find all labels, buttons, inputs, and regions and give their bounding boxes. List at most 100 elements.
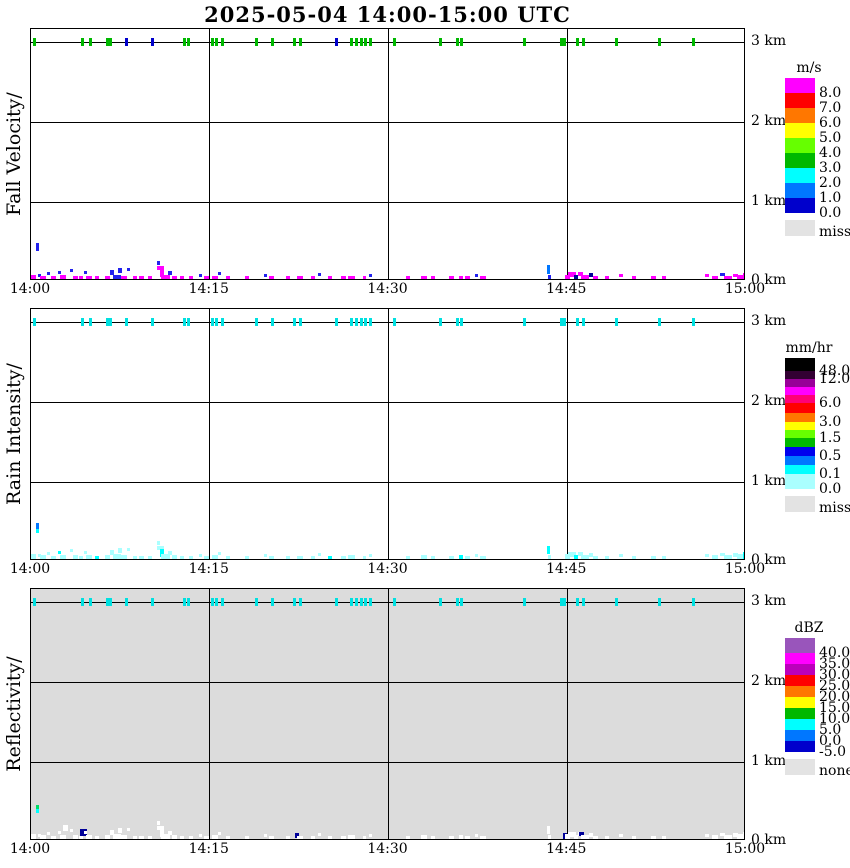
echo-cell [449,836,454,839]
echo-cell [84,831,87,834]
legend-title-dBZ: dBZ [780,621,838,635]
echo-mark-3km [221,318,224,326]
echo-cell [218,552,221,555]
legend-miss-label: miss [819,500,850,516]
echo-cell [199,274,202,277]
echo-cell [73,555,78,559]
echo-cell [51,556,56,559]
gridline-time [388,29,389,279]
echo-cell [212,555,218,559]
echo-cell [431,556,435,559]
echo-cell [459,835,463,839]
echo-mark-3km [355,38,358,46]
panel-rain-intensity [30,308,745,560]
echo-cell [662,556,666,559]
echo-cell [58,551,61,554]
echo-cell [58,271,61,274]
legend-color-cell [785,93,815,108]
echo-cell [172,835,177,839]
echo-cell [724,555,732,559]
echo-mark-3km [215,318,218,326]
echo-mark-3km [33,598,36,606]
time-tick-label: 15:00 [713,562,777,576]
echo-cell [105,555,110,559]
echo-mark-3km [151,598,154,606]
legend-color-cell [785,108,815,123]
echo-cell [421,555,427,559]
legend-miss-cell [785,496,815,512]
echo-mark-3km [81,38,84,46]
legend-color-cell [785,675,815,686]
echo-cell [226,836,230,839]
echo-cell [651,556,656,559]
echo-cell [161,275,170,279]
echo-cell [105,835,110,839]
echo-mark-3km [211,598,214,606]
echo-mark-3km [187,38,190,46]
echo-cell [84,551,87,554]
echo-cell [632,836,636,839]
echo-cell [127,548,130,551]
echo-cell [180,276,184,279]
echo-mark-3km [523,598,526,606]
legend-color-cell [785,653,815,664]
echo-mark-3km [183,598,186,606]
echo-cell [480,556,486,559]
echo-mark-3km [460,598,463,606]
echo-mark-3km [125,318,128,326]
echo-cell [31,834,36,839]
echo-mark-3km [456,318,459,326]
echo-cell [724,835,732,839]
legend-tick-label: 5.0 [819,130,850,146]
echo-cell [328,276,332,279]
echo-cell [226,556,230,559]
echo-cell [431,836,435,839]
legend-tick-label: 1.5 [819,430,850,446]
echo-mark-3km [335,318,338,326]
echo-mark-3km [439,318,442,326]
echo-mark-3km [563,38,566,46]
legend-miss-cell [785,220,815,236]
echo-cell [47,272,50,275]
echo-cell [199,554,202,557]
echo-cell [459,276,463,279]
echo-cell [269,836,274,839]
echo-mark-3km [109,598,112,606]
height-tick-label: 3 km [751,314,801,328]
legend-color-cell [785,387,815,395]
echo-cell [73,276,78,279]
echo-cell [286,836,290,839]
echo-cell [148,556,152,559]
echo-cell [40,835,46,839]
echo-cell [172,555,177,559]
echo-cell [348,276,355,279]
legend-tick-label: 7.0 [819,100,850,116]
echo-cell [113,275,121,279]
echo-cell [218,272,221,275]
echo-cell [86,835,92,839]
echo-cell [212,276,218,279]
echo-cell [341,276,346,279]
echo-cell [245,276,249,279]
echo-mark-3km [151,318,154,326]
gridline-time [209,589,210,839]
echo-mark-3km [576,38,579,46]
legend-tick-label: 0.5 [819,448,850,464]
echo-cell [449,276,454,279]
echo-cell [180,556,184,559]
echo-cell [218,832,221,835]
gridline-time [388,589,389,839]
legend-color-cell [785,198,815,213]
echo-mark-3km [576,318,579,326]
legend-miss-label: miss [819,224,850,240]
echo-mark-3km [563,598,566,606]
legend-color-cell [785,474,815,489]
echo-cell [605,556,609,559]
echo-cell [318,833,321,836]
echo-mark-3km [187,598,190,606]
echo-cell [619,274,623,277]
legend-tick-label: 3.0 [819,160,850,176]
echo-mark-3km [692,38,695,46]
echo-mark-3km [106,38,109,46]
echo-mark-3km [293,318,296,326]
